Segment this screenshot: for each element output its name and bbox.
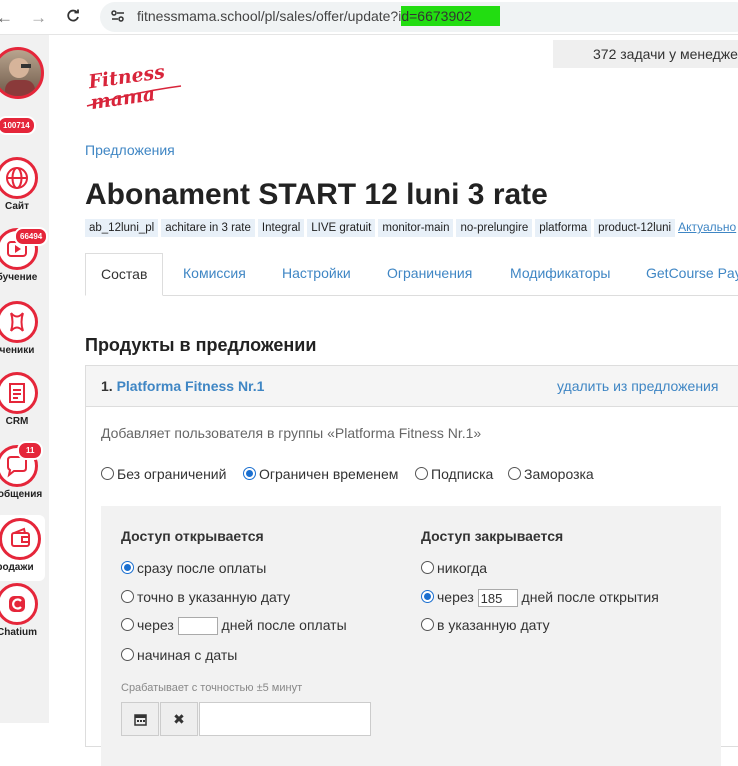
close-days-input[interactable]: 185 bbox=[477, 589, 518, 608]
close-after-days-option[interactable]: через 185 дней после открытия bbox=[421, 589, 659, 608]
tag[interactable]: LIVE gratuit bbox=[307, 219, 376, 237]
sidebar-item-label: родажи bbox=[0, 562, 34, 573]
url-highlight: d=6673902 bbox=[401, 6, 500, 26]
close-never-option[interactable]: никогда bbox=[421, 560, 487, 576]
limit-option-freeze[interactable]: Заморозка bbox=[508, 466, 594, 482]
manager-tasks-counter[interactable]: 372 задачи у менеджеров bbox=[553, 40, 738, 68]
tab-getcourse-pay[interactable]: GetCourse Pay bbox=[646, 253, 738, 294]
limit-option-subscription[interactable]: Подписка bbox=[415, 466, 493, 482]
wallet-icon bbox=[0, 518, 41, 560]
chatium-icon bbox=[0, 583, 38, 625]
tag[interactable]: ab_12luni_pl bbox=[85, 219, 159, 237]
avatar-badge: 100714 bbox=[0, 116, 36, 135]
calendar-icon[interactable] bbox=[121, 702, 159, 736]
radio-icon[interactable] bbox=[121, 618, 134, 631]
open-immediately-option[interactable]: сразу после оплаты bbox=[121, 560, 266, 576]
tab-composition[interactable]: Состав bbox=[85, 253, 164, 296]
sidebar-item-chatium[interactable]: Chatium bbox=[0, 583, 46, 638]
remove-from-offer-link[interactable]: удалить из предложения bbox=[557, 378, 718, 394]
sidebar-item-label: Сайт bbox=[5, 201, 29, 212]
avatar[interactable] bbox=[0, 47, 44, 99]
browser-toolbar: ← → fitnessmama.school/pl/sales/offer/up… bbox=[0, 0, 738, 35]
tag[interactable]: achitare in 3 rate bbox=[161, 219, 255, 237]
tab-bar: Состав Комиссия Настройки Ограничения Мо… bbox=[85, 253, 738, 296]
date-input[interactable] bbox=[199, 702, 371, 736]
url-text[interactable]: fitnessmama.school/pl/sales/offer/update… bbox=[137, 6, 500, 26]
product-description: Добавляет пользователя в группы «Platfor… bbox=[101, 425, 482, 441]
tab-settings[interactable]: Настройки bbox=[282, 253, 351, 294]
precision-note: Срабатывает с точностью ±5 минут bbox=[121, 682, 303, 694]
body-icon bbox=[0, 301, 38, 343]
sidebar-item-sales[interactable]: родажи bbox=[0, 515, 45, 581]
sidebar-item-label: бучение bbox=[0, 272, 38, 283]
product-card: 1. Platforma Fitness Nr.1 удалить из пре… bbox=[85, 365, 738, 766]
radio-icon[interactable] bbox=[121, 648, 134, 661]
limit-option-time-limited[interactable]: Ограничен временем bbox=[243, 466, 398, 482]
document-icon bbox=[0, 372, 38, 414]
status-link[interactable]: Актуально bbox=[678, 220, 736, 234]
product-title: 1. Platforma Fitness Nr.1 bbox=[101, 378, 264, 394]
radio-icon[interactable] bbox=[508, 467, 521, 480]
radio-icon[interactable] bbox=[121, 590, 134, 603]
learning-badge: 66494 bbox=[14, 227, 49, 246]
sidebar-item-label: ообщения bbox=[0, 489, 43, 500]
tab-commission[interactable]: Комиссия bbox=[183, 253, 246, 294]
access-open-title: Доступ открывается bbox=[121, 528, 264, 544]
page-title: Abonament START 12 luni 3 rate bbox=[85, 178, 548, 211]
sidebar-item-label: ченики bbox=[0, 345, 35, 356]
breadcrumb-offers[interactable]: Предложения bbox=[85, 142, 175, 158]
site-settings-icon[interactable] bbox=[110, 8, 126, 29]
access-close-title: Доступ закрывается bbox=[421, 528, 564, 544]
clear-icon[interactable]: ✖ bbox=[160, 702, 198, 736]
tab-modifiers[interactable]: Модификаторы bbox=[510, 253, 610, 294]
limit-option-unlimited[interactable]: Без ограничений bbox=[101, 466, 226, 482]
sidebar-item-site[interactable]: Сайт bbox=[0, 157, 46, 212]
open-from-date-option[interactable]: начиная с даты bbox=[121, 647, 237, 663]
fitness-mama-logo[interactable]: Fitness mama bbox=[85, 61, 185, 117]
radio-icon[interactable] bbox=[421, 618, 434, 631]
tag[interactable]: no-prelungire bbox=[456, 219, 533, 237]
access-settings-panel: Доступ открывается Доступ закрывается ср… bbox=[101, 506, 721, 766]
left-sidebar: 100714 Сайт бучение 66494 ченики CRM ооб… bbox=[0, 35, 49, 723]
product-number: 1. bbox=[101, 378, 113, 394]
tag[interactable]: monitor-main bbox=[378, 219, 454, 237]
radio-checked-icon[interactable] bbox=[421, 590, 434, 603]
tag[interactable]: Integral bbox=[257, 219, 305, 237]
tag[interactable]: product-12luni bbox=[594, 219, 676, 237]
tag-list: ab_12luni_pl achitare in 3 rate Integral LI… bbox=[85, 218, 736, 237]
radio-icon[interactable] bbox=[415, 467, 428, 480]
globe-icon bbox=[0, 157, 38, 199]
tab-restrictions[interactable]: Ограничения bbox=[387, 253, 472, 294]
open-days-input[interactable] bbox=[177, 617, 218, 636]
tag[interactable]: platforma bbox=[535, 219, 592, 237]
reload-icon[interactable] bbox=[66, 8, 80, 28]
messages-badge: 11 bbox=[17, 441, 44, 460]
sidebar-item-label: Chatium bbox=[0, 627, 37, 638]
product-name-link[interactable]: Platforma Fitness Nr.1 bbox=[117, 378, 265, 394]
radio-checked-icon[interactable] bbox=[243, 467, 256, 480]
close-on-date-option[interactable]: в указанную дату bbox=[421, 617, 550, 633]
open-after-days-option[interactable]: через дней после оплаты bbox=[121, 617, 347, 636]
sidebar-item-crm[interactable]: CRM bbox=[0, 372, 46, 427]
back-arrow-icon[interactable]: ← bbox=[0, 8, 13, 28]
product-header: 1. Platforma Fitness Nr.1 удалить из пре… bbox=[86, 366, 738, 407]
forward-arrow-icon[interactable]: → bbox=[30, 8, 47, 28]
radio-icon[interactable] bbox=[421, 561, 434, 574]
sidebar-item-students[interactable]: ченики bbox=[0, 301, 46, 356]
open-on-date-option[interactable]: точно в указанную дату bbox=[121, 589, 290, 605]
radio-checked-icon[interactable] bbox=[121, 561, 134, 574]
sidebar-item-label: CRM bbox=[5, 416, 29, 427]
section-title: Продукты в предложении bbox=[85, 335, 317, 355]
radio-icon[interactable] bbox=[101, 467, 114, 480]
